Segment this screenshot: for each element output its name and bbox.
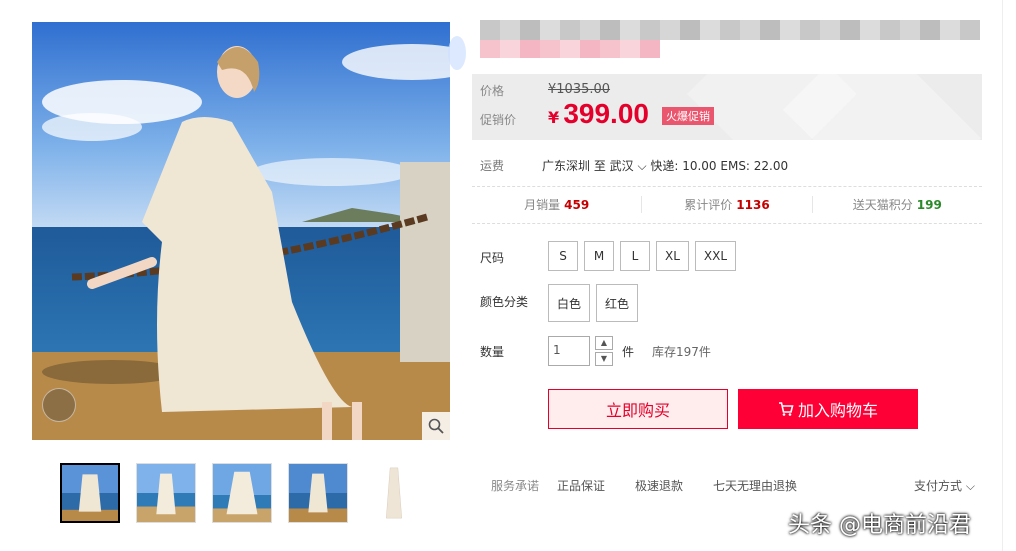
- promo-badge: 火爆促销: [662, 107, 714, 125]
- price-panel: 价格 ¥1035.00 促销价 ¥ 399.00 火爆促销: [472, 74, 982, 140]
- magnifier-icon: [428, 418, 444, 434]
- payment-methods-dropdown[interactable]: 支付方式 ⌵: [914, 477, 975, 494]
- size-options: S M L XL XXL: [548, 241, 737, 271]
- service-item-authentic[interactable]: 正品保证: [557, 477, 605, 494]
- cart-icon: [778, 402, 794, 416]
- main-product-image[interactable]: [32, 22, 450, 440]
- buy-now-button[interactable]: 立即购买: [548, 389, 728, 429]
- product-subtitle-blurred: [480, 40, 660, 58]
- thumbnail-3[interactable]: [212, 463, 272, 523]
- color-options: 白色 红色: [548, 284, 639, 322]
- thumbnail-5[interactable]: [364, 463, 424, 523]
- original-price: ¥1035.00: [548, 82, 611, 97]
- shipping-info[interactable]: 广东深圳 至 武汉 ⌵ 快递: 10.00 EMS: 22.00: [542, 157, 788, 174]
- thumbnail-strip: [60, 463, 424, 523]
- size-label: 尺码: [480, 251, 505, 265]
- zoom-button[interactable]: [422, 412, 450, 440]
- shipping-row: 运费 广东深圳 至 武汉 ⌵ 快递: 10.00 EMS: 22.00: [480, 157, 980, 174]
- add-to-cart-button[interactable]: 加入购物车: [738, 389, 918, 429]
- quantity-increase-button[interactable]: ▲: [595, 336, 613, 350]
- size-option-l[interactable]: L: [620, 241, 650, 271]
- stat-value: 1136: [736, 198, 770, 212]
- color-label: 颜色分类: [480, 295, 529, 309]
- stat-monthly-sales: 月销量 459: [472, 196, 643, 213]
- watermark: 头条 @电商前沿君: [788, 513, 971, 538]
- service-label: 服务承诺: [491, 479, 540, 493]
- stat-reviews[interactable]: 累计评价 1136: [642, 196, 813, 213]
- stat-label: 累计评价: [684, 198, 733, 212]
- service-item-fast-refund[interactable]: 极速退款: [635, 477, 683, 494]
- service-promise: 服务承诺 正品保证 极速退款 七天无理由退换: [491, 477, 827, 494]
- divider: [472, 223, 982, 224]
- stock-count: 库存197件: [652, 345, 711, 359]
- quantity-label: 数量: [480, 345, 505, 359]
- color-option-red[interactable]: 红色: [596, 284, 639, 322]
- color-option-white[interactable]: 白色: [548, 284, 591, 322]
- shipping-label: 运费: [480, 159, 505, 173]
- add-to-cart-label: 加入购物车: [797, 401, 878, 420]
- stat-value: 459: [564, 198, 590, 212]
- stat-label: 送天猫积分: [852, 198, 913, 212]
- divider: [472, 186, 982, 187]
- promo-price-value: 399.00: [563, 98, 649, 129]
- product-title-blurred: [480, 20, 980, 40]
- promo-price-label: 促销价: [480, 113, 517, 127]
- thumbnail-1[interactable]: [60, 463, 120, 523]
- quantity-unit: 件: [622, 345, 635, 359]
- thumbnail-2[interactable]: [136, 463, 196, 523]
- service-item-7day-return[interactable]: 七天无理由退换: [713, 477, 797, 494]
- currency-symbol: ¥: [548, 108, 560, 127]
- video-play-button[interactable]: [42, 388, 76, 422]
- title-decoration: [448, 36, 466, 70]
- size-option-s[interactable]: S: [548, 241, 578, 271]
- thumbnail-4[interactable]: [288, 463, 348, 523]
- page-edge: [1002, 0, 1003, 551]
- size-option-xxl[interactable]: XXL: [694, 241, 737, 271]
- size-option-m[interactable]: M: [584, 241, 614, 271]
- stat-value: 199: [916, 198, 942, 212]
- sales-stats: 月销量 459 累计评价 1136 送天猫积分 199: [472, 196, 982, 213]
- quantity-decrease-button[interactable]: ▼: [595, 352, 613, 366]
- size-option-xl[interactable]: XL: [656, 241, 689, 271]
- promo-price: ¥ 399.00: [548, 98, 649, 130]
- stat-label: 月销量: [524, 198, 561, 212]
- price-panel-decoration: [783, 74, 981, 140]
- price-label: 价格: [480, 84, 505, 98]
- quantity-input[interactable]: 1: [548, 336, 590, 366]
- stat-points: 送天猫积分 199: [813, 196, 982, 213]
